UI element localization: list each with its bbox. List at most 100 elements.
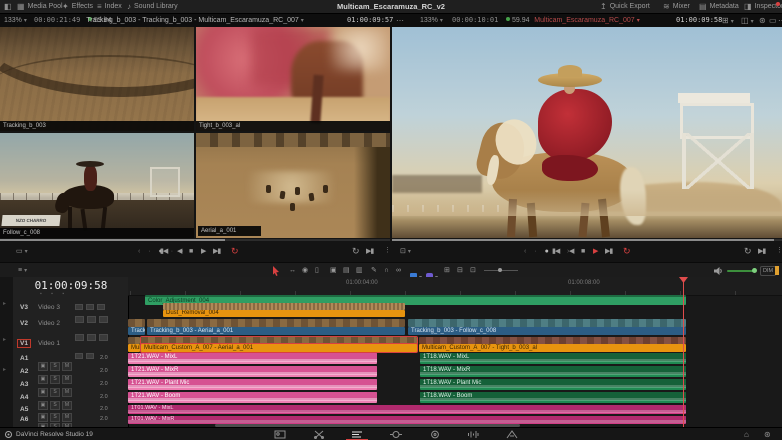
pen-tool-icon[interactable]: ✎ bbox=[371, 263, 377, 278]
panel-toggle-icon[interactable]: ◧ bbox=[4, 0, 12, 13]
clip-v2-tight[interactable]: Tracking_b_003 - Tight_b_003_al bbox=[128, 327, 145, 335]
clip-v1-aerial[interactable]: Multicam_Custom_A_007 - Aerial_a_001 bbox=[141, 344, 417, 352]
page-fusion[interactable] bbox=[388, 428, 404, 440]
clip-v2-follow[interactable]: Tracking_b_003 - Follow_c_008 bbox=[408, 327, 686, 335]
volume-slider-knob[interactable] bbox=[752, 268, 757, 273]
track-a1-id[interactable]: A1 bbox=[20, 355, 28, 362]
track-v2-name[interactable]: Video 2 bbox=[38, 320, 60, 327]
zoom-fit-icon[interactable]: ⊞ bbox=[444, 263, 450, 278]
page-color[interactable] bbox=[427, 428, 443, 440]
clip-v2-aerial-film[interactable] bbox=[147, 319, 405, 327]
metadata-button[interactable]: ▤Metadata bbox=[699, 0, 739, 13]
snapping-magnet-icon[interactable]: ∩ bbox=[384, 263, 389, 278]
track-a3-id[interactable]: A3 bbox=[20, 381, 28, 388]
speaker-icon[interactable] bbox=[714, 267, 723, 275]
zoom-in-icon[interactable]: ⊡ bbox=[470, 263, 476, 278]
selection-tool-icon[interactable] bbox=[272, 266, 280, 276]
blade-tool-icon[interactable]: ▯ bbox=[315, 263, 319, 278]
source-clip-title[interactable]: Tracking_b_003 - Tracking_b_003 - Multic… bbox=[86, 14, 304, 28]
play-button[interactable]: ▶ bbox=[201, 248, 206, 255]
sound-library-button[interactable]: ♪Sound Library bbox=[127, 0, 178, 13]
clip-a2-pink[interactable]: 1T21.WAV - MixR bbox=[128, 366, 377, 377]
stop-button[interactable]: ■ bbox=[581, 248, 585, 255]
first-frame-button[interactable]: ▮◀ bbox=[160, 248, 167, 255]
source-options-icon[interactable]: ⋯ bbox=[396, 14, 404, 27]
loop-playback-icon[interactable]: ↻ bbox=[352, 247, 360, 256]
track-v3-buttons[interactable] bbox=[75, 310, 111, 328]
track-v3-id[interactable]: V3 bbox=[20, 304, 28, 311]
source-zoom-select[interactable]: 133%▾ bbox=[4, 14, 27, 28]
record-viewer[interactable] bbox=[392, 27, 782, 238]
clip-a2-green[interactable]: 1T18.WAV - MixR bbox=[420, 366, 686, 377]
track-a5-id[interactable]: A5 bbox=[20, 406, 28, 413]
viewer-info-icon[interactable]: ⋮ bbox=[384, 247, 391, 254]
clip-a1-green[interactable]: 1T18.WAV - MixL bbox=[420, 353, 686, 364]
timeline-display-options[interactable]: ▪ ▪ ▪ bbox=[40, 291, 68, 297]
clip-a3-green[interactable]: 1T18.WAV - Plant Mic bbox=[420, 379, 686, 390]
link-clips-icon[interactable]: ∞ bbox=[396, 263, 401, 278]
page-fairlight[interactable] bbox=[465, 428, 481, 440]
last-frame-button[interactable]: ▶▮ bbox=[213, 248, 220, 255]
timeline-name-select[interactable]: Multicam_Escaramuza_RC_007▾ bbox=[534, 14, 639, 28]
track-a4-id[interactable]: A4 bbox=[20, 394, 28, 401]
page-cut[interactable] bbox=[311, 428, 327, 440]
multicam-angle-follow[interactable]: NZO CHARRO Follow_c_008 bbox=[0, 133, 194, 238]
replace-clip-icon[interactable]: ▥ bbox=[356, 263, 363, 278]
track-v1-buttons[interactable] bbox=[75, 346, 97, 364]
clip-dust-removal-video[interactable] bbox=[163, 303, 405, 310]
media-pool-button[interactable]: ▦Media Pool bbox=[17, 0, 63, 13]
record-scrub-bar[interactable] bbox=[392, 239, 782, 241]
track-tool-icon[interactable]: ▸ bbox=[3, 337, 6, 343]
page-edit[interactable] bbox=[349, 428, 365, 440]
track-v2-id[interactable]: V2 bbox=[20, 320, 28, 327]
overlay-icon[interactable]: ▭ bbox=[769, 14, 777, 27]
audio-meter-icon[interactable] bbox=[775, 266, 779, 275]
dim-button[interactable]: DIM bbox=[760, 266, 776, 276]
loop-button[interactable]: ↻ bbox=[623, 247, 631, 256]
clip-v2-follow-film[interactable] bbox=[408, 319, 686, 327]
match-frame-icon[interactable]: ▶▮ bbox=[758, 248, 765, 255]
overwrite-clip-icon[interactable]: ▤ bbox=[343, 263, 350, 278]
clip-a4-pink[interactable]: 1T21.WAV - Boom bbox=[128, 392, 377, 403]
index-button[interactable]: ≡Index bbox=[97, 0, 122, 13]
clip-v1-follow[interactable]: Multicam_Custom_A_007 - Follow_c_008 bbox=[128, 344, 140, 352]
volume-slider[interactable] bbox=[727, 270, 755, 272]
first-frame-button[interactable]: ▮◀ bbox=[552, 248, 559, 255]
clip-a4-green[interactable]: 1T18.WAV - Boom bbox=[420, 392, 686, 403]
source-scrub-bar[interactable] bbox=[0, 239, 390, 241]
track-a2-id[interactable]: A2 bbox=[20, 368, 28, 375]
clip-a6-pink[interactable]: 1T01.WAV - MixR bbox=[128, 416, 686, 424]
track-tool-icon[interactable]: ▸ bbox=[3, 301, 6, 307]
more-options-icon[interactable]: ⋯ bbox=[778, 14, 782, 27]
insert-clip-icon[interactable]: ▣ bbox=[330, 263, 337, 278]
track-v2-buttons[interactable] bbox=[75, 328, 111, 346]
multicam-angle-tight[interactable]: Tight_b_003_al bbox=[196, 27, 390, 131]
quick-export-button[interactable]: ↥Quick Export bbox=[600, 0, 650, 13]
clip-v2-aerial[interactable]: Tracking_b_003 - Aerial_a_001 bbox=[147, 327, 405, 335]
track-tool-icon[interactable]: ▸ bbox=[3, 367, 6, 373]
clip-a1-pink[interactable]: 1T21.WAV - MixL bbox=[128, 353, 377, 364]
viewer-mode-icon[interactable]: ⊡▾ bbox=[400, 248, 411, 255]
step-back-button[interactable]: ◀ bbox=[177, 248, 182, 255]
track-a6-id[interactable]: A6 bbox=[20, 416, 28, 423]
track-v3-name[interactable]: Video 3 bbox=[38, 304, 60, 311]
match-frame-icon[interactable]: ▶▮ bbox=[366, 248, 373, 255]
color-wheels-icon[interactable]: ⊛ bbox=[759, 14, 766, 27]
clip-dust-removal[interactable]: Dust_Removal_004 bbox=[163, 310, 405, 317]
clip-v1-aerial-film[interactable] bbox=[141, 337, 417, 344]
project-manager-icon[interactable]: ⌂ bbox=[744, 431, 749, 439]
viewer-info-icon[interactable]: ⋮ bbox=[776, 247, 782, 254]
last-frame-button[interactable]: ▶▮ bbox=[605, 248, 612, 255]
track-v1-id[interactable]: V1 bbox=[17, 339, 31, 348]
stop-button[interactable]: ■ bbox=[189, 248, 193, 255]
dynamic-trim-icon[interactable]: ◉ bbox=[302, 263, 308, 278]
record-zoom-select[interactable]: 133%▾ bbox=[420, 14, 443, 28]
mixer-button[interactable]: ≋Mixer bbox=[663, 0, 690, 13]
jog-control[interactable]: ‹ · ● · › bbox=[524, 248, 572, 255]
clip-v1-tight[interactable]: Multicam_Custom_A_007 - Tight_b_003_al bbox=[419, 344, 686, 352]
clip-a5-pink[interactable]: 1T01.WAV - MixL bbox=[128, 405, 686, 414]
zoom-out-icon[interactable]: ⊟ bbox=[457, 263, 463, 278]
multicam-angle-aerial[interactable]: Aerial_a_001 bbox=[196, 133, 390, 238]
page-media[interactable] bbox=[272, 428, 288, 440]
play-button[interactable]: ▶ bbox=[593, 248, 598, 255]
